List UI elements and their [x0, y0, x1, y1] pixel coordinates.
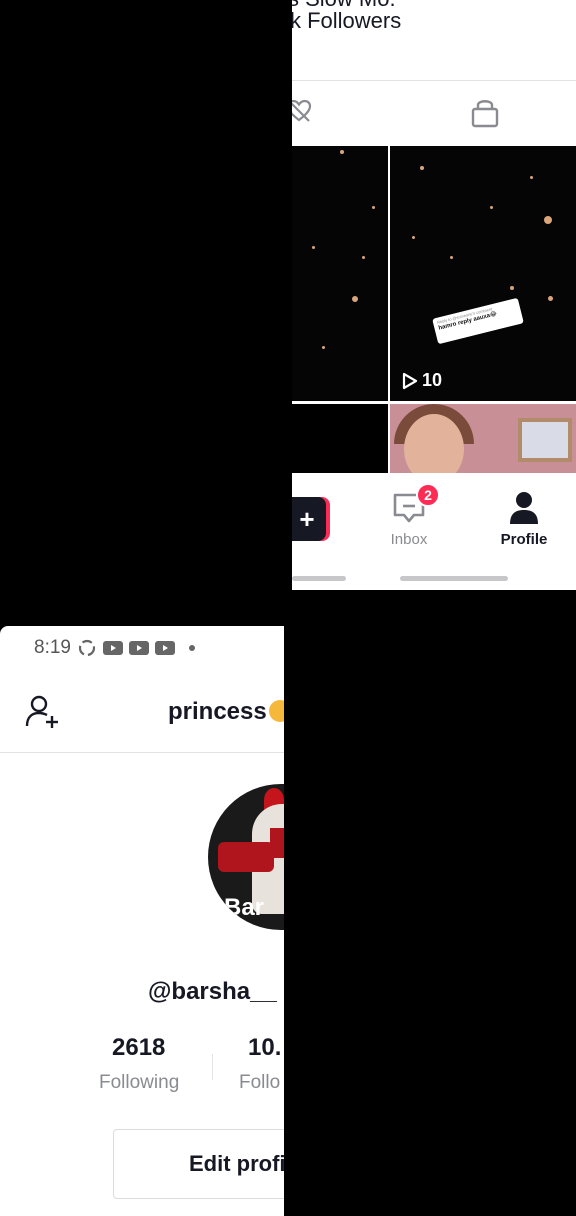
bottom-nav: + 2 Inbox Profile — [292, 473, 576, 590]
avatar[interactable]: Bar — [208, 784, 284, 930]
create-button[interactable]: + — [292, 497, 326, 541]
video-thumbnail[interactable] — [292, 404, 388, 473]
followers-count[interactable]: 10. — [248, 1034, 281, 1062]
home-indicator — [400, 576, 508, 581]
divider — [0, 752, 284, 753]
following-label[interactable]: Following — [99, 1072, 179, 1094]
stat-divider — [212, 1054, 213, 1080]
play-icon — [402, 372, 418, 389]
youtube-icon — [128, 641, 149, 655]
edit-profile-button[interactable]: Edit profi — [113, 1129, 284, 1199]
liked-hidden-icon[interactable] — [292, 98, 312, 124]
home-indicator — [292, 576, 346, 581]
nav-profile[interactable]: Profile — [492, 491, 556, 548]
follow-text-line-2[interactable]: k Followers — [292, 8, 401, 34]
nav-profile-label: Profile — [500, 531, 548, 548]
video-thumbnail[interactable] — [390, 404, 576, 473]
youtube-icon — [102, 641, 123, 655]
profile-videos-fragment: s Slow Mo. k Followers Reply t — [292, 0, 576, 590]
profile-header-fragment: 8:19 princess Bar @barsha__ 2618 Followi… — [0, 626, 284, 1216]
reply-sticker: Reply to @someone's comment hamro reply … — [432, 297, 524, 345]
nav-inbox-label: Inbox — [390, 531, 428, 548]
nav-inbox[interactable]: 2 Inbox — [380, 483, 440, 548]
profile-title[interactable]: princess — [168, 698, 284, 726]
sync-icon — [78, 639, 96, 657]
video-thumbnail[interactable] — [292, 146, 388, 401]
inbox-badge: 2 — [416, 483, 440, 507]
avatar-text: Bar — [224, 894, 265, 921]
following-count[interactable]: 2618 — [112, 1034, 165, 1062]
video-thumbnail[interactable]: Reply to @someone's comment hamro reply … — [390, 146, 576, 401]
username: @barsha__ — [148, 978, 277, 1005]
view-count-text: 10 — [422, 370, 443, 390]
notification-dot — [188, 645, 195, 651]
lock-icon[interactable] — [470, 96, 500, 128]
followers-label[interactable]: Follo — [239, 1072, 280, 1094]
status-bar: 8:19 — [34, 636, 195, 660]
emoji-icon — [268, 700, 284, 722]
youtube-icon — [154, 641, 175, 655]
profile-title-text: princess — [168, 698, 267, 725]
video-grid: Reply to @someone's comment hamro reply … — [292, 146, 576, 473]
view-count: 10 — [402, 370, 442, 391]
divider — [292, 80, 576, 81]
profile-icon — [510, 492, 538, 524]
add-friend-icon[interactable] — [24, 694, 62, 730]
status-time: 8:19 — [34, 637, 71, 658]
